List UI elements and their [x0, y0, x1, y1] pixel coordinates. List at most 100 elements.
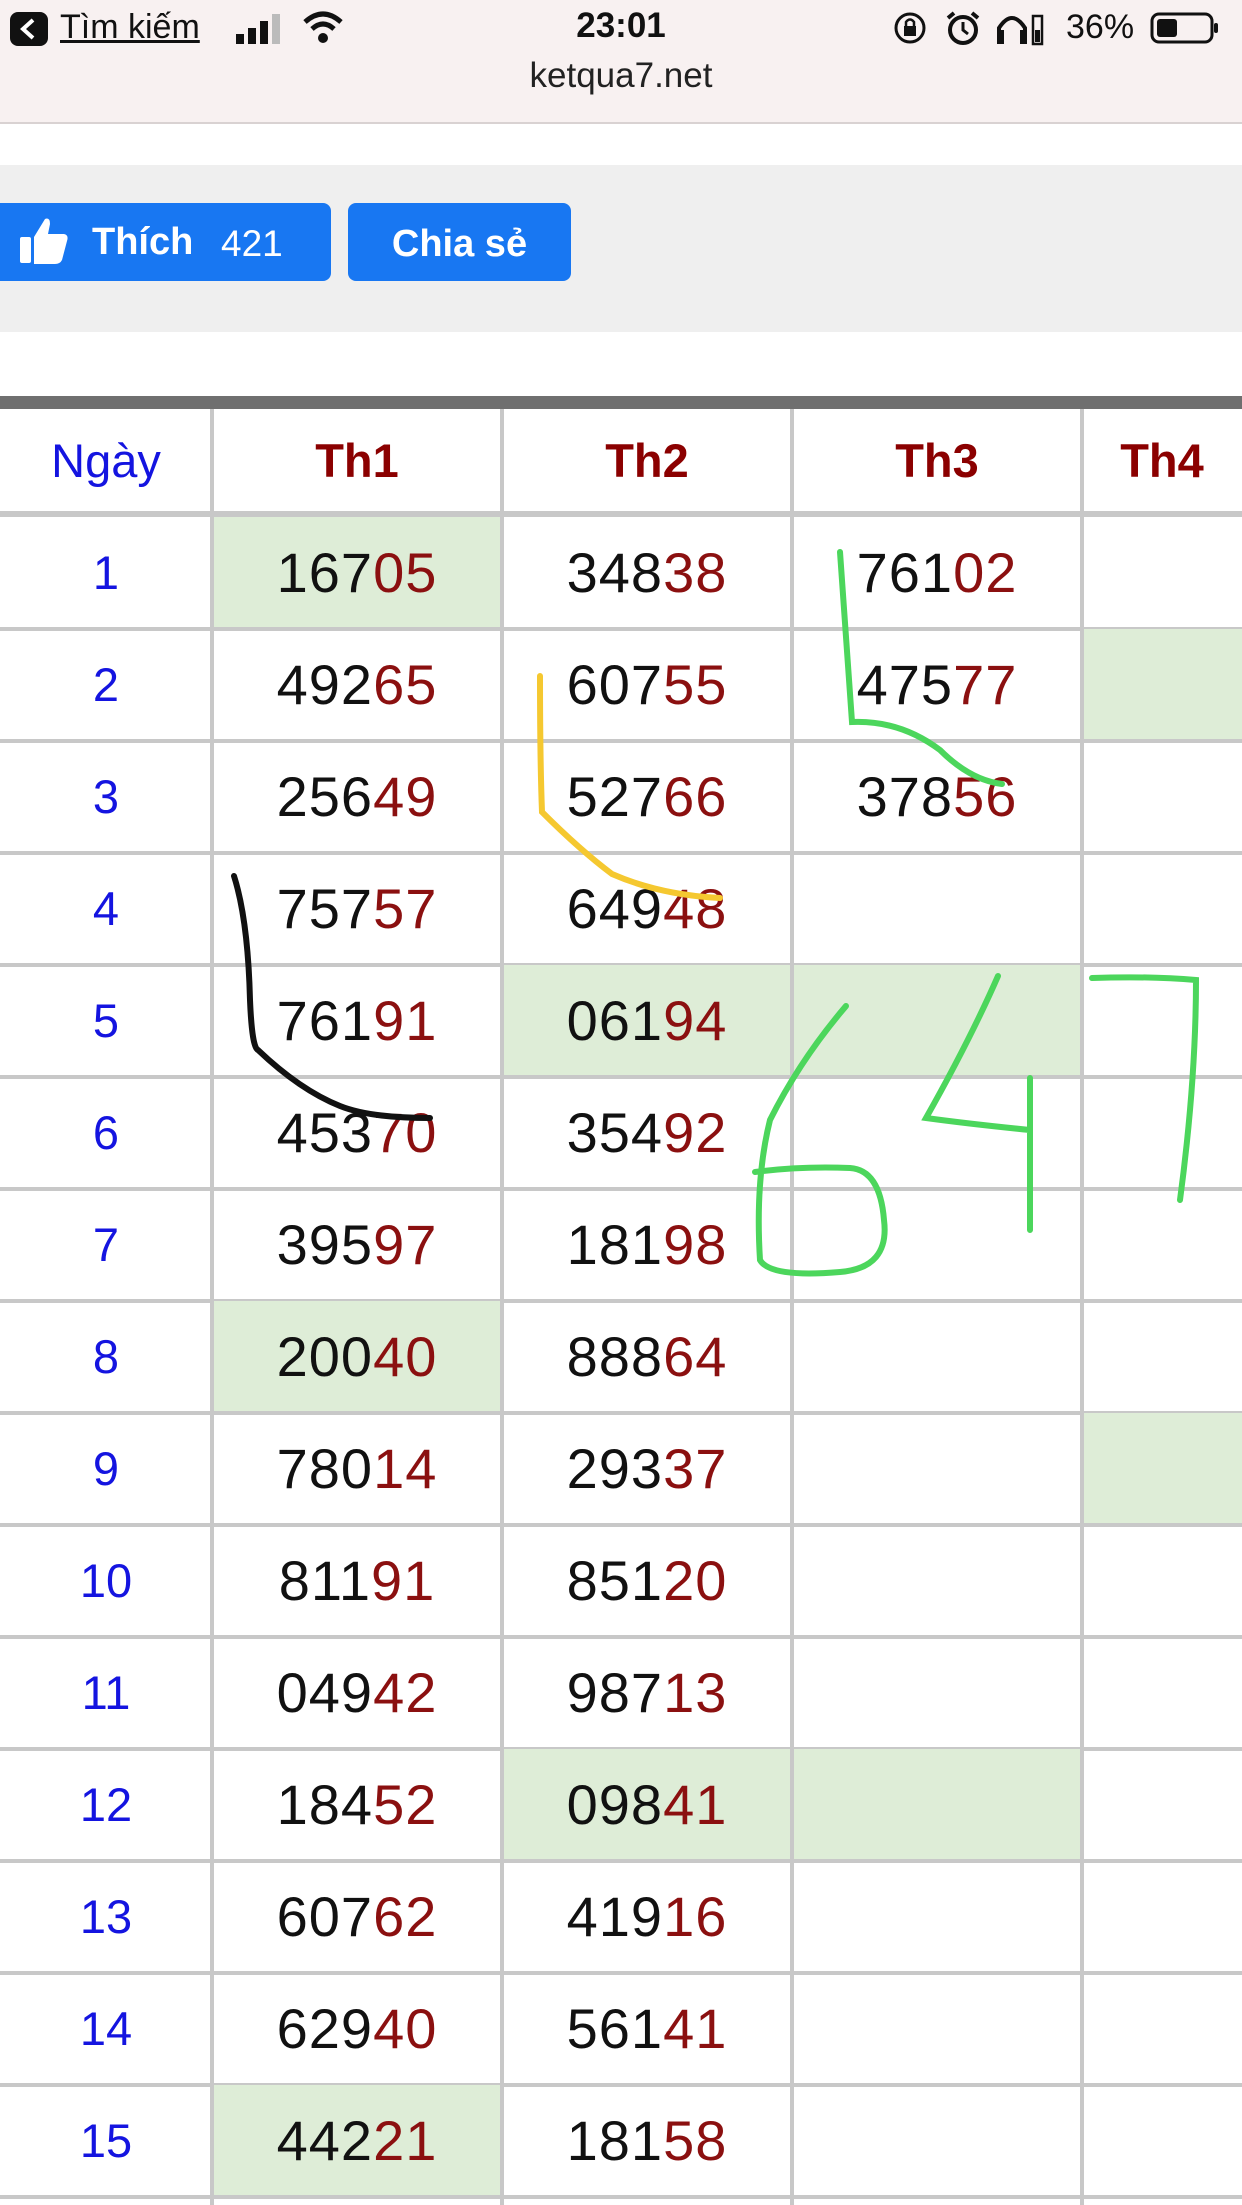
result-tail-digits: 16	[663, 1885, 728, 1948]
result-tail-digits: 70	[373, 1101, 438, 1164]
table-row: 11 04942 98713	[0, 1637, 1242, 1749]
result-cell: 29337	[502, 1413, 792, 1525]
table-row: 12 18452 09841	[0, 1749, 1242, 1861]
table-row: 9 78014 29337	[0, 1413, 1242, 1525]
row-divider	[0, 2195, 1242, 2199]
result-cell: 45370	[212, 1077, 502, 1189]
result-head-digits: 200	[276, 1325, 374, 1388]
result-cell	[792, 1637, 1082, 1749]
result-cell	[792, 1861, 1082, 1973]
result-cell: 47577	[792, 629, 1082, 741]
result-tail-digits: 37	[663, 1437, 728, 1500]
result-cell	[792, 1525, 1082, 1637]
result-head-digits: 442	[276, 2109, 374, 2172]
table-row: 6 45370 35492	[0, 1077, 1242, 1189]
like-label: Thích	[92, 221, 194, 263]
result-tail-digits: 41	[663, 1773, 728, 1836]
result-cell: 04942	[212, 1637, 502, 1749]
result-cell: 85120	[502, 1525, 792, 1637]
result-cell: 20040	[212, 1301, 502, 1413]
column-header-th4: Th4	[1120, 434, 1204, 487]
result-cell	[792, 1189, 1082, 1301]
column-header-ngày: Ngày	[51, 434, 161, 487]
result-cell: 76102	[792, 517, 1082, 629]
result-cell: 56141	[502, 1973, 792, 2085]
result-head-digits: 293	[566, 1437, 664, 1500]
share-button[interactable]: Chia sẻ	[348, 203, 571, 281]
table-row: 8 20040 88864	[0, 1301, 1242, 1413]
result-cell	[792, 1413, 1082, 1525]
result-cell: 98713	[502, 1637, 792, 1749]
result-cell: 75757	[212, 853, 502, 965]
result-tail-digits: 02	[953, 541, 1018, 604]
table-top-border	[0, 396, 1242, 409]
day-cell: 14	[79, 2002, 133, 2055]
result-cell	[1082, 629, 1242, 741]
table-row: 14 62940 56141	[0, 1973, 1242, 2085]
day-cell: 1	[92, 546, 120, 599]
day-cell: 4	[92, 882, 120, 935]
result-tail-digits: 58	[663, 2109, 728, 2172]
column-divider	[1080, 409, 1084, 2205]
result-cell	[792, 853, 1082, 965]
header-divider	[0, 511, 1242, 517]
day-cell: 7	[92, 1218, 120, 1271]
result-cell	[792, 1301, 1082, 1413]
table-row: 5 76191 06194	[0, 965, 1242, 1077]
result-head-digits: 561	[566, 1997, 664, 2060]
battery-percent: 36%	[1066, 8, 1135, 46]
result-head-digits: 987	[566, 1661, 664, 1724]
result-cell	[792, 965, 1082, 1077]
result-cell: 18452	[212, 1749, 502, 1861]
result-head-digits: 181	[566, 2109, 664, 2172]
result-tail-digits: 62	[373, 1885, 438, 1948]
result-tail-digits: 65	[373, 653, 438, 716]
result-head-digits: 475	[856, 653, 954, 716]
day-cell: 13	[79, 1890, 133, 1943]
result-head-digits: 098	[566, 1773, 664, 1836]
table-row: 2 49265 60755 47577	[0, 629, 1242, 741]
result-cell: 49265	[212, 629, 502, 741]
result-cell: 41916	[502, 1861, 792, 1973]
result-tail-digits: 92	[663, 1101, 728, 1164]
day-cell: 5	[92, 994, 120, 1047]
result-head-digits: 607	[566, 653, 664, 716]
result-head-digits: 354	[566, 1101, 664, 1164]
column-header-th2: Th2	[605, 434, 689, 487]
column-divider	[210, 409, 214, 2205]
result-cell	[1082, 1189, 1242, 1301]
result-tail-digits: 66	[663, 765, 728, 828]
day-cell: 10	[79, 1554, 133, 1607]
result-head-digits: 167	[276, 541, 374, 604]
result-tail-digits: 52	[373, 1773, 438, 1836]
result-tail-digits: 97	[373, 1213, 438, 1276]
result-cell	[792, 1973, 1082, 2085]
result-tail-digits: 40	[373, 1997, 438, 2060]
page-url[interactable]: ketqua7.net	[0, 56, 1242, 96]
table-row: 13 60762 41916	[0, 1861, 1242, 1973]
table-header-row: Ngày Th1 Th2 Th3 Th4	[0, 409, 1242, 513]
result-head-digits: 181	[566, 1213, 664, 1276]
table-row: 15 44221 18158	[0, 2085, 1242, 2197]
result-tail-digits: 38	[663, 541, 728, 604]
result-head-digits: 419	[566, 1885, 664, 1948]
day-cell: 2	[92, 658, 120, 711]
result-head-digits: 049	[276, 1661, 374, 1724]
result-cell: 06194	[502, 965, 792, 1077]
result-cell: 44221	[212, 2085, 502, 2197]
result-cell: 34838	[502, 517, 792, 629]
result-tail-digits: 56	[953, 765, 1018, 828]
facebook-like-button[interactable]: Thích 421	[0, 203, 331, 281]
day-cell: 6	[92, 1106, 120, 1159]
result-tail-digits: 40	[373, 1325, 438, 1388]
result-cell	[792, 2085, 1082, 2197]
day-cell: 11	[81, 1666, 131, 1719]
result-head-digits: 811	[278, 1549, 371, 1612]
table-row: 4 75757 64948	[0, 853, 1242, 965]
result-cell: 52766	[502, 741, 792, 853]
result-head-digits: 492	[276, 653, 374, 716]
result-cell: 81191	[212, 1525, 502, 1637]
result-tail-digits: 49	[373, 765, 438, 828]
result-cell: 76191	[212, 965, 502, 1077]
day-cell: 15	[79, 2114, 133, 2167]
